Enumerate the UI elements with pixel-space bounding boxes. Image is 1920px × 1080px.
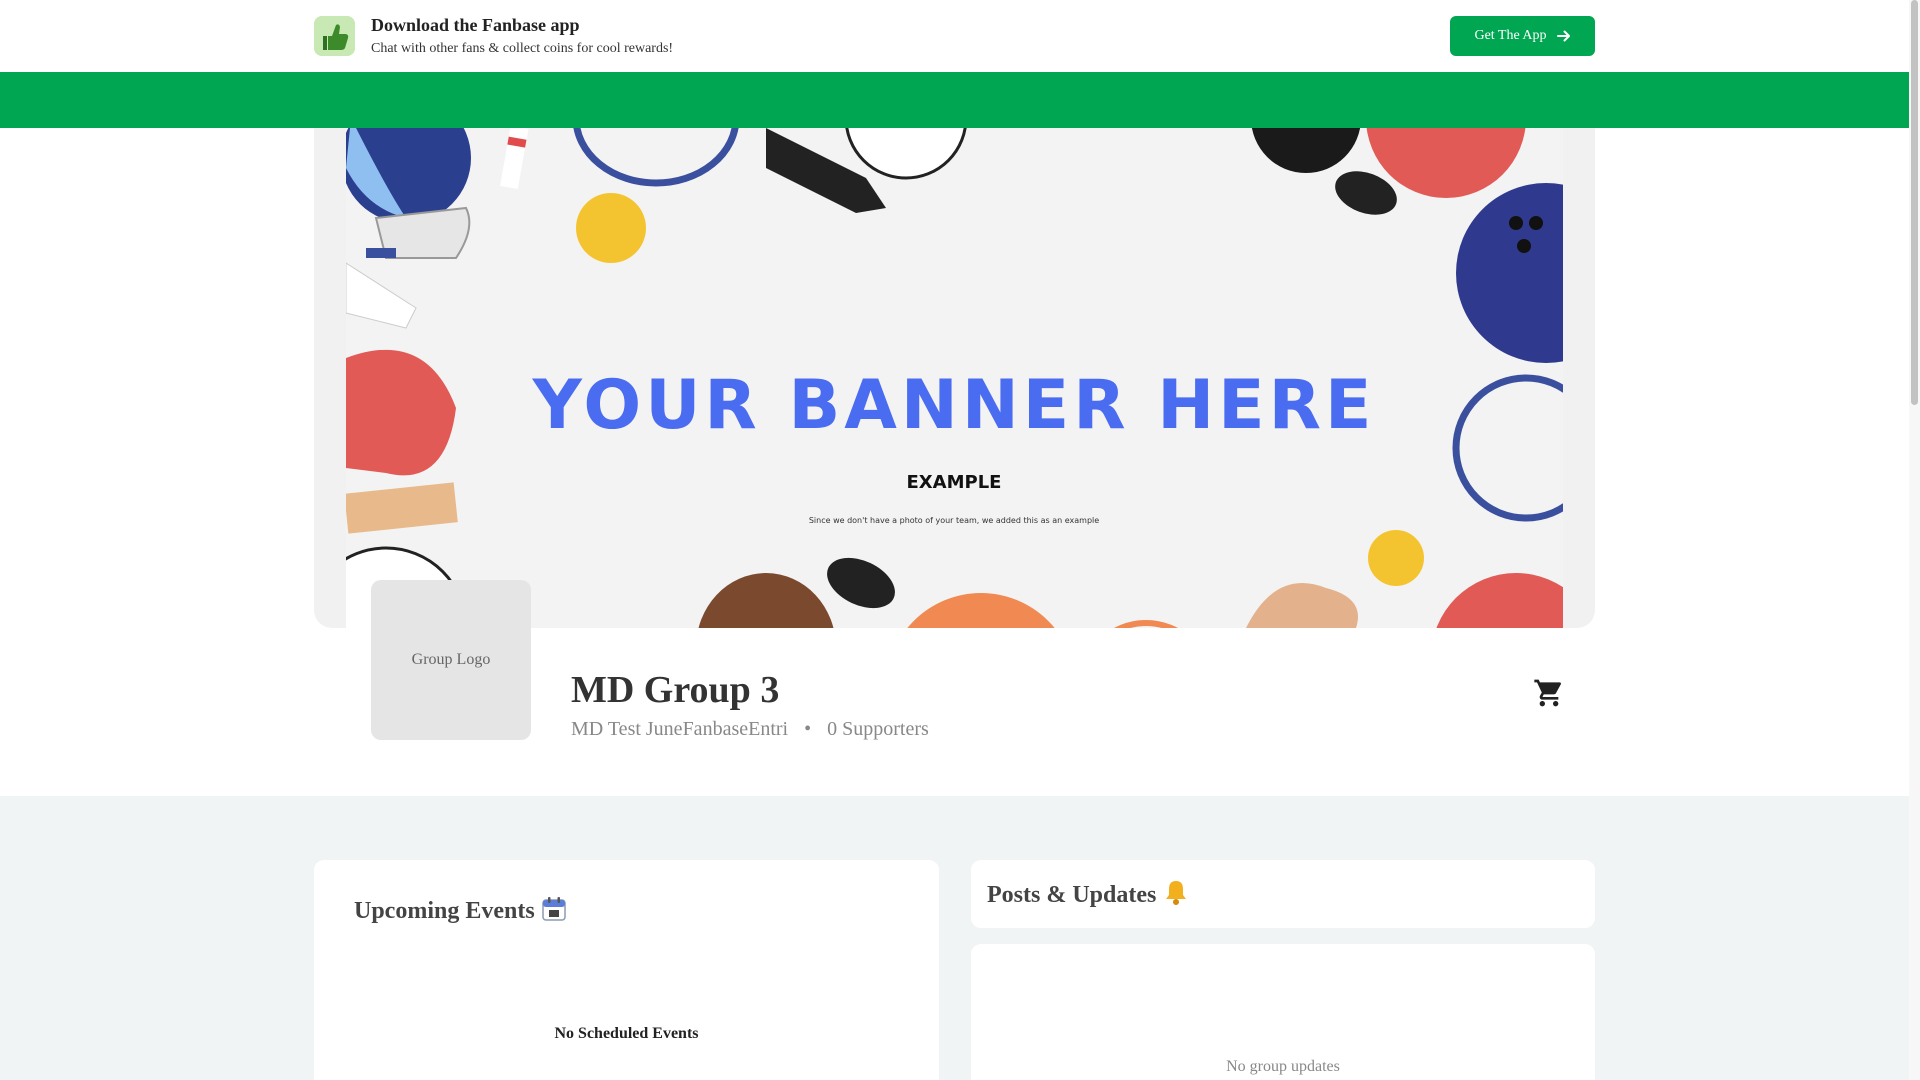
- get-the-app-label: Get The App: [1474, 28, 1547, 43]
- banner-headline: YOUR BANNER HERE: [532, 366, 1376, 445]
- no-updates-message: No group updates: [1226, 1058, 1340, 1075]
- get-the-app-button[interactable]: Get The App: [1450, 16, 1595, 56]
- thumbs-up-icon: [314, 16, 355, 56]
- banner-caption: Since we don't have a photo of your team…: [809, 516, 1099, 525]
- banner-tag: EXAMPLE: [907, 472, 1002, 493]
- sports-banner-illustration: YOUR BANNER HERE EXAMPLE Since we don't …: [346, 128, 1563, 628]
- group-banner: YOUR BANNER HERE EXAMPLE Since we don't …: [314, 128, 1595, 628]
- upcoming-events-title: Upcoming Events: [354, 896, 567, 925]
- posts-updates-label: Posts & Updates: [987, 882, 1157, 908]
- calendar-icon: [541, 897, 566, 921]
- cart-icon[interactable]: [1533, 677, 1565, 709]
- posts-list-card: No group updates: [971, 944, 1595, 1080]
- app-banner-title: Download the Fanbase app: [371, 15, 580, 35]
- app-download-bar: Download the Fanbase app Chat with other…: [0, 0, 1909, 72]
- group-name: MD Group 3: [571, 669, 780, 711]
- app-banner-subtitle: Chat with other fans & collect coins for…: [371, 41, 674, 56]
- page-scrollbar-thumb[interactable]: [1911, 0, 1918, 405]
- main-nav-bar: [0, 72, 1909, 128]
- upcoming-events-label: Upcoming Events: [354, 898, 535, 924]
- arrow-right-icon: [1556, 30, 1570, 42]
- upcoming-events-card: Upcoming Events No Scheduled Events: [314, 860, 939, 1080]
- group-logo: Group Logo: [371, 580, 531, 740]
- group-owner[interactable]: MD Test JuneFanbaseEntri: [571, 718, 788, 741]
- posts-updates-header: Posts & Updates: [971, 860, 1595, 928]
- posts-updates-title: Posts & Updates: [987, 878, 1190, 909]
- supporters-count: 0 Supporters: [827, 718, 929, 740]
- bell-icon: [1166, 881, 1187, 905]
- content-area: [0, 796, 1909, 1080]
- group-logo-placeholder: Group Logo: [411, 651, 491, 668]
- meta-separator: •: [804, 718, 812, 740]
- group-meta: MD Test JuneFanbaseEntri • 0 Supporters: [571, 718, 929, 741]
- no-events-message: No Scheduled Events: [554, 1025, 699, 1042]
